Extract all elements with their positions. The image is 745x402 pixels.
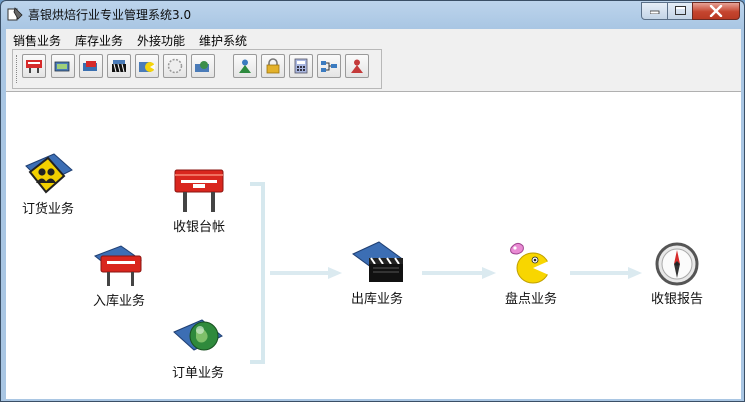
menu-sales[interactable]: 销售业务 (13, 32, 61, 49)
arrow-to-report (570, 267, 642, 279)
node-cashier[interactable]: 收银台帐 (171, 168, 227, 235)
arrow-to-inventory (422, 267, 496, 279)
cashbox-icon[interactable] (79, 54, 103, 78)
minimize-icon (649, 10, 659, 14)
close-button[interactable] (692, 2, 740, 20)
arrow-to-stock-out (270, 267, 342, 279)
node-stock-in-label: 入库业务 (92, 294, 145, 309)
workflow-canvas: 订货业务 收银台帐 入库业务 订单业务 出库业务 盘点业务 收银报告 (6, 91, 741, 399)
user-red-icon[interactable] (345, 54, 369, 78)
node-ordering-label: 订货业务 (21, 202, 74, 217)
node-cashier-label: 收银台帐 (172, 220, 225, 235)
folder-pacman-icon[interactable] (135, 54, 159, 78)
bracket-line (250, 182, 265, 364)
app-icon (7, 7, 23, 21)
toolbar-strip (6, 49, 741, 91)
window-title: 喜银烘焙行业专业管理系统3.0 (28, 8, 192, 22)
main-window: 喜银烘焙行业专业管理系统3.0 销售业务 库存业务 外接功能 维护系统 订货业务… (0, 0, 745, 402)
node-stock-in[interactable]: 入库业务 (91, 242, 147, 309)
minimize-button[interactable] (641, 2, 668, 20)
menu-maintenance[interactable]: 维护系统 (199, 32, 247, 49)
computer-icon[interactable] (51, 54, 75, 78)
toolbar-grip[interactable] (16, 55, 20, 83)
node-stock-out[interactable]: 出库业务 (349, 240, 405, 307)
order-icon (170, 314, 226, 360)
close-icon (709, 5, 723, 17)
compass-icon[interactable] (163, 54, 187, 78)
receipt-icon[interactable] (22, 54, 46, 78)
node-report[interactable]: 收银报告 (649, 240, 705, 307)
title-bar[interactable]: 喜银烘焙行业专业管理系统3.0 (1, 1, 744, 29)
node-stock-out-label: 出库业务 (350, 292, 403, 307)
lock-icon[interactable] (261, 54, 285, 78)
toolbar (12, 49, 382, 89)
stock-in-icon (91, 242, 147, 288)
node-order[interactable]: 订单业务 (170, 314, 226, 381)
clapper-icon[interactable] (107, 54, 131, 78)
cashier-icon (171, 168, 227, 214)
user-icon[interactable] (233, 54, 257, 78)
menu-bar: 销售业务 库存业务 外接功能 维护系统 (6, 29, 741, 49)
ordering-icon (20, 150, 76, 196)
inventory-icon (503, 240, 559, 286)
menu-inventory[interactable]: 库存业务 (75, 32, 123, 49)
network-icon[interactable] (317, 54, 341, 78)
node-report-label: 收银报告 (650, 292, 703, 307)
globe-folder-icon[interactable] (191, 54, 215, 78)
node-order-label: 订单业务 (171, 366, 224, 381)
node-inventory[interactable]: 盘点业务 (503, 240, 559, 307)
maximize-button[interactable] (667, 2, 693, 20)
menu-external[interactable]: 外接功能 (137, 32, 185, 49)
calculator-icon[interactable] (289, 54, 313, 78)
report-icon (649, 240, 705, 286)
stock-out-icon (349, 240, 405, 286)
node-ordering[interactable]: 订货业务 (20, 150, 76, 217)
maximize-icon (674, 6, 686, 15)
node-inventory-label: 盘点业务 (504, 292, 557, 307)
